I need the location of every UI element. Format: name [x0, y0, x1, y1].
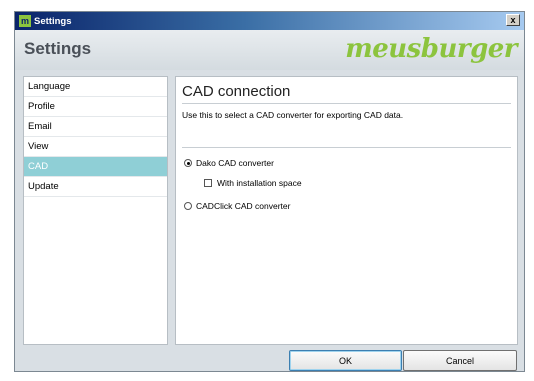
title-bar[interactable]: m Settings x — [15, 12, 524, 30]
section-description: Use this to select a CAD converter for e… — [182, 110, 404, 120]
sidebar-item-label: Email — [28, 121, 52, 132]
sidebar-item-label: View — [28, 141, 49, 152]
brand-logo: meusburger — [345, 34, 517, 64]
dako-converter-radio[interactable] — [184, 159, 192, 167]
cadclick-converter-option[interactable]: CADClick CAD converter — [184, 201, 290, 211]
dako-converter-label: Dako CAD converter — [196, 158, 274, 168]
sidebar-item-label: Update — [28, 181, 59, 192]
cancel-button[interactable]: Cancel — [403, 350, 517, 371]
divider — [182, 147, 511, 148]
sidebar-item-email[interactable]: Email — [24, 117, 167, 137]
sidebar-item-label: Language — [28, 81, 71, 92]
installation-space-label: With installation space — [217, 178, 302, 188]
cadclick-converter-radio[interactable] — [184, 202, 192, 210]
cadclick-converter-label: CADClick CAD converter — [196, 201, 291, 211]
settings-window: m Settings x Settings meusburger Languag… — [14, 11, 525, 372]
section-heading: CAD connection — [182, 83, 511, 104]
close-button[interactable]: x — [506, 14, 520, 26]
meusburger-app-icon: m — [19, 15, 31, 27]
installation-space-option[interactable]: With installation space — [204, 178, 302, 188]
sidebar-item-update[interactable]: Update — [24, 177, 167, 197]
content-panel: CAD connection Use this to select a CAD … — [175, 76, 518, 345]
sidebar-item-cad[interactable]: CAD — [24, 157, 167, 177]
ok-button[interactable]: OK — [289, 350, 402, 371]
sidebar-item-profile[interactable]: Profile — [24, 97, 167, 117]
settings-sidebar: Language Profile Email View CAD Update — [23, 76, 168, 345]
sidebar-item-label: Profile — [28, 101, 55, 112]
dako-converter-option[interactable]: Dako CAD converter — [184, 158, 274, 168]
header-banner: Settings meusburger — [15, 30, 524, 70]
sidebar-item-language[interactable]: Language — [24, 77, 167, 97]
page-title: Settings — [24, 39, 92, 58]
window-title: Settings — [34, 15, 72, 27]
sidebar-item-label: CAD — [28, 161, 49, 172]
installation-space-checkbox[interactable] — [204, 179, 212, 187]
sidebar-item-view[interactable]: View — [24, 137, 167, 157]
